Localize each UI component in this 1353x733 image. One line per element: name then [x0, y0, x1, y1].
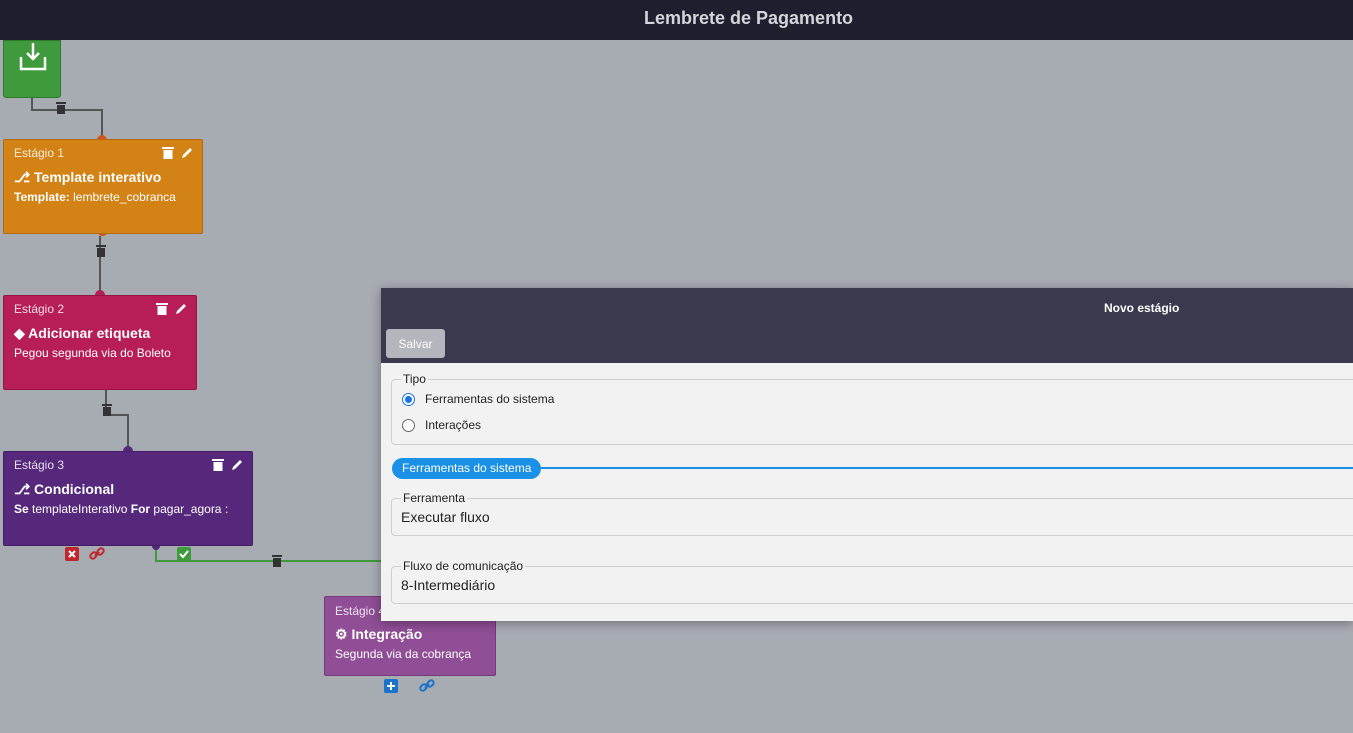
desc-var: templateInterativo: [28, 502, 131, 516]
desc-key: Se: [14, 502, 29, 516]
stage-desc: Segunda via da cobrança: [335, 647, 472, 661]
trash-icon[interactable]: [101, 403, 113, 417]
trash-icon[interactable]: [55, 101, 67, 115]
stage-card-1[interactable]: Estágio 1 ⎇ Template interativo Template…: [3, 139, 203, 234]
stage-card-3[interactable]: Estágio 3 ⎇ Condicional Se templateInter…: [3, 451, 253, 546]
stage-label: Estágio 2: [14, 302, 65, 316]
radio-button[interactable]: [402, 392, 415, 406]
true-branch-icon[interactable]: [177, 547, 191, 561]
stage-name: Template interativo: [34, 169, 162, 185]
radio-interacoes[interactable]: Interações: [392, 412, 1353, 438]
save-button[interactable]: Salvar: [386, 329, 445, 358]
trash-icon[interactable]: [95, 244, 107, 258]
stage-desc: lembrete_cobranca: [69, 190, 176, 204]
desc-op: For: [130, 502, 151, 516]
section-divider: [531, 467, 1353, 469]
stage-card-2[interactable]: Estágio 2 ◆ Adicionar etiqueta Pegou seg…: [3, 295, 197, 390]
fluxo-legend: Fluxo de comunicação: [403, 559, 524, 573]
radio-button[interactable]: [402, 418, 415, 432]
trash-icon[interactable]: [271, 554, 283, 568]
stage-name: Adicionar etiqueta: [28, 325, 151, 341]
pencil-icon[interactable]: [174, 302, 188, 316]
section-header: Ferramentas do sistema: [392, 458, 542, 479]
trash-icon[interactable]: [161, 146, 175, 160]
ferramenta-value[interactable]: Executar fluxo: [392, 505, 1353, 525]
modal-header: Novo estágio Salvar: [381, 288, 1353, 363]
pencil-icon[interactable]: [180, 146, 194, 160]
fluxo-value[interactable]: 8-Intermediário: [392, 573, 1353, 593]
tipo-legend: Tipo: [403, 372, 426, 386]
ferramenta-legend: Ferramenta: [403, 491, 466, 505]
flow-title: Lembrete de Pagamento: [644, 8, 854, 28]
radio-ferramentas[interactable]: Ferramentas do sistema: [392, 386, 1353, 412]
tipo-group: Tipo Ferramentas do sistema Interações: [391, 372, 1353, 445]
radio-label: Interações: [425, 418, 482, 432]
top-bar: Lembrete de Pagamento: [0, 0, 1353, 40]
pencil-icon[interactable]: [230, 458, 244, 472]
tag-icon: ◆: [14, 325, 25, 341]
download-icon: [19, 43, 47, 71]
gear-icon: ⚙: [335, 626, 348, 642]
stage-label: Estágio 1: [14, 146, 65, 160]
stage-label: Estágio 4: [335, 604, 386, 618]
modal-title: Novo estágio: [1104, 301, 1180, 315]
trash-icon[interactable]: [155, 302, 169, 316]
new-stage-modal: Novo estágio Salvar Tipo Ferramentas do …: [381, 288, 1353, 621]
desc-key: Template:: [14, 190, 70, 204]
stage-name: Integração: [351, 626, 423, 642]
fluxo-field[interactable]: Fluxo de comunicação 8-Intermediário: [391, 559, 1353, 604]
stage-desc: pagar_agora :: [150, 502, 229, 516]
branch-icon: ⎇: [14, 481, 31, 497]
stage-desc: Pegou segunda via do Boleto: [14, 346, 171, 360]
link-icon[interactable]: [419, 678, 435, 694]
false-branch-icon[interactable]: [65, 547, 79, 561]
branch-icon: ⎇: [14, 169, 31, 185]
stage-label: Estágio 3: [14, 458, 65, 472]
start-node[interactable]: [3, 40, 61, 98]
add-stage-icon[interactable]: [384, 679, 398, 693]
ferramenta-field[interactable]: Ferramenta Executar fluxo: [391, 491, 1353, 536]
radio-label: Ferramentas do sistema: [425, 392, 555, 406]
link-icon[interactable]: [89, 546, 105, 562]
trash-icon[interactable]: [211, 458, 225, 472]
stage-name: Condicional: [34, 481, 115, 497]
